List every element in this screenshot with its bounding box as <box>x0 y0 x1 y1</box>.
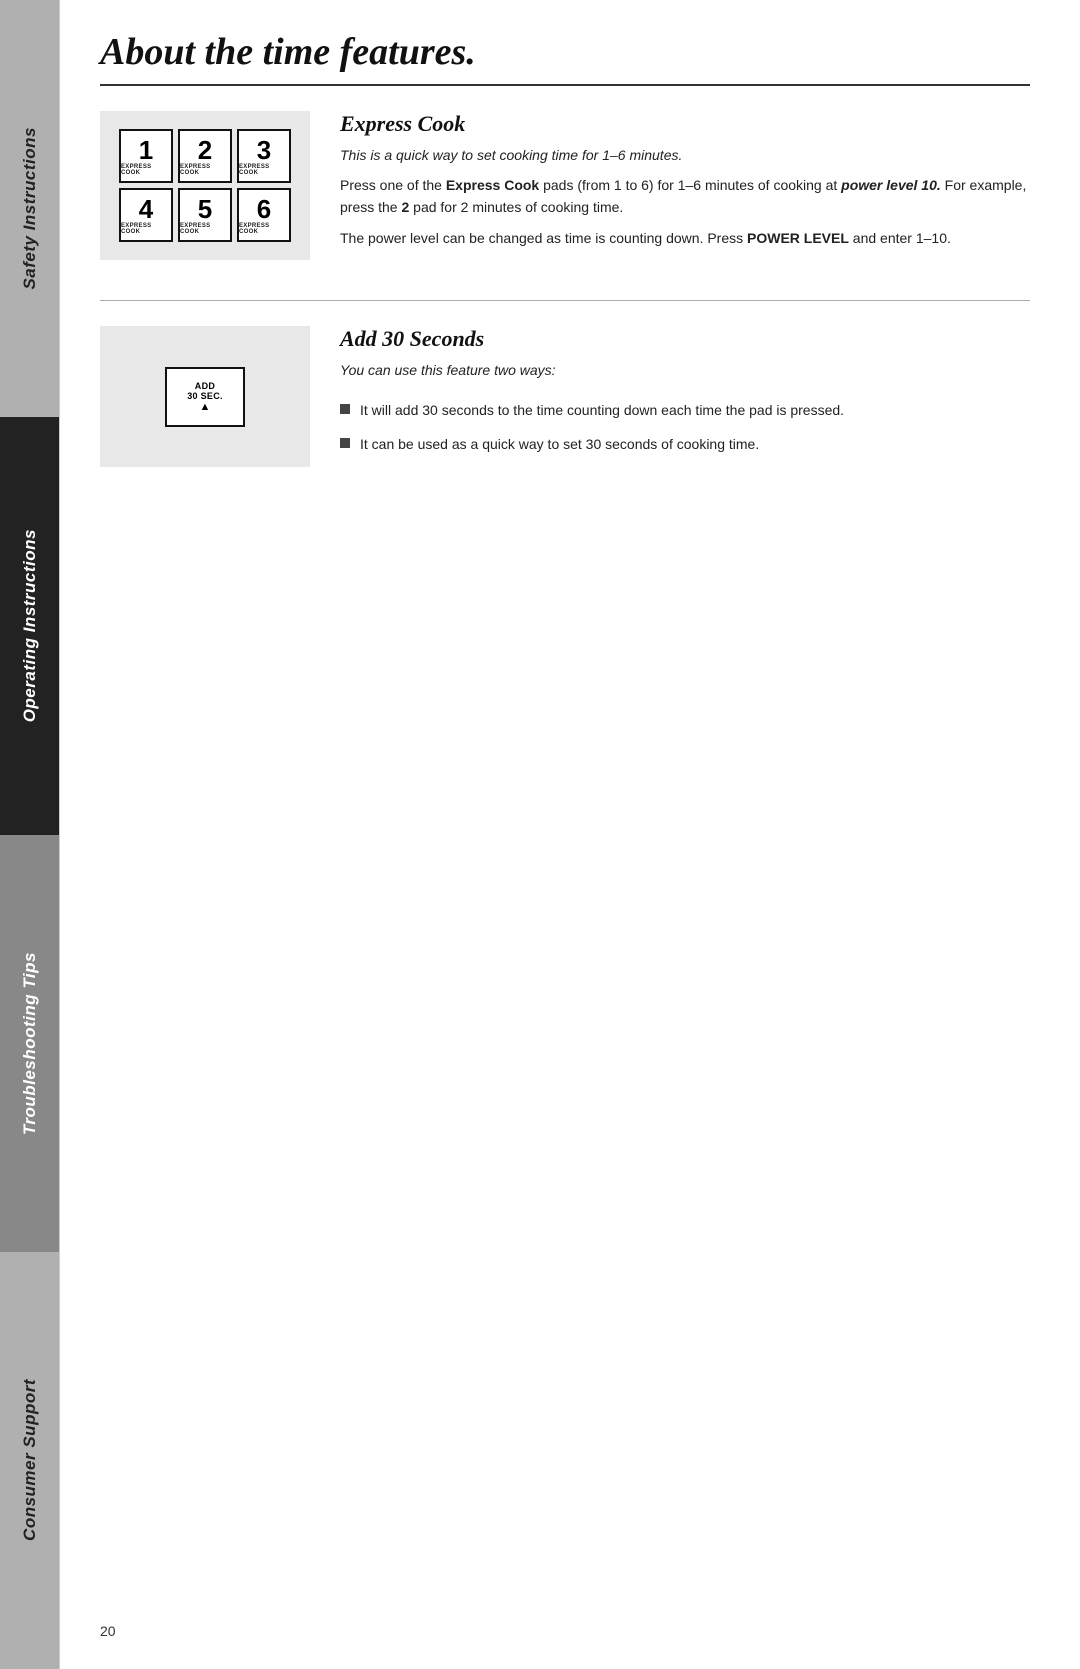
keypad-btn-1[interactable]: 1 EXPRESS COOK <box>119 129 173 183</box>
keypad-label-5: EXPRESS COOK <box>180 223 230 235</box>
sidebar-label-safety: Safety Instructions <box>20 127 40 290</box>
express-cook-image: 1 EXPRESS COOK 2 EXPRESS COOK 3 EXPRESS … <box>100 111 310 260</box>
keypad-grid: 1 EXPRESS COOK 2 EXPRESS COOK 3 EXPRESS … <box>119 129 291 242</box>
add30-heading: Add 30 Seconds <box>340 326 1030 352</box>
add30-image: ADD 30 SEC. ▲ <box>100 326 310 467</box>
add30-btn-add: ADD <box>195 381 215 391</box>
page-title: About the time features. <box>100 30 1030 74</box>
keypad-label-4: EXPRESS COOK <box>121 223 171 235</box>
add30-btn-sec: 30 SEC. <box>187 391 223 401</box>
sidebar-label-operating: Operating Instructions <box>20 529 40 722</box>
main-content: About the time features. 1 EXPRESS COOK … <box>60 0 1080 1669</box>
add30-bullet-1: It will add 30 seconds to the time count… <box>340 400 1030 422</box>
page-number: 20 <box>100 1603 1030 1639</box>
bullet-square-2 <box>340 438 350 448</box>
keypad-number-3: 3 <box>257 137 271 163</box>
sidebar-label-consumer: Consumer Support <box>20 1379 40 1541</box>
bullet-square-1 <box>340 404 350 414</box>
keypad-label-2: EXPRESS COOK <box>180 164 230 176</box>
sidebar-section-operating: Operating Instructions <box>0 417 59 834</box>
keypad-number-1: 1 <box>139 137 153 163</box>
add30-bullet-2: It can be used as a quick way to set 30 … <box>340 434 1030 456</box>
sidebar-section-troubleshooting: Troubleshooting Tips <box>0 835 59 1252</box>
add30-bullet-1-text: It will add 30 seconds to the time count… <box>360 400 844 422</box>
sidebar-section-safety: Safety Instructions <box>0 0 59 417</box>
keypad-btn-3[interactable]: 3 EXPRESS COOK <box>237 129 291 183</box>
express-cook-body2: The power level can be changed as time i… <box>340 228 1030 250</box>
express-cook-bold1: Express Cook <box>446 177 539 193</box>
add30-text: Add 30 Seconds You can use this feature … <box>340 326 1030 467</box>
keypad-label-3: EXPRESS COOK <box>239 164 289 176</box>
keypad-label-6: EXPRESS COOK <box>239 223 289 235</box>
express-cook-bold-italic: power level 10. <box>841 177 941 193</box>
add30-arrow-icon: ▲ <box>200 401 211 413</box>
title-divider <box>100 84 1030 86</box>
keypad-btn-5[interactable]: 5 EXPRESS COOK <box>178 188 232 242</box>
express-cook-heading: Express Cook <box>340 111 1030 137</box>
keypad-number-5: 5 <box>198 196 212 222</box>
sidebar-section-consumer: Consumer Support <box>0 1252 59 1669</box>
keypad-number-6: 6 <box>257 196 271 222</box>
keypad-btn-6[interactable]: 6 EXPRESS COOK <box>237 188 291 242</box>
add30-section: ADD 30 SEC. ▲ Add 30 Seconds You can use… <box>100 326 1030 467</box>
sidebar: Safety Instructions Operating Instructio… <box>0 0 60 1669</box>
express-cook-text: Express Cook This is a quick way to set … <box>340 111 1030 260</box>
keypad-btn-4[interactable]: 4 EXPRESS COOK <box>119 188 173 242</box>
sidebar-label-troubleshooting: Troubleshooting Tips <box>20 952 40 1135</box>
add30-bullet-list: It will add 30 seconds to the time count… <box>340 400 1030 467</box>
keypad-number-2: 2 <box>198 137 212 163</box>
add30-button[interactable]: ADD 30 SEC. ▲ <box>165 367 245 427</box>
keypad-btn-2[interactable]: 2 EXPRESS COOK <box>178 129 232 183</box>
add30-subtitle-em: You can use this feature two ways: <box>340 362 556 378</box>
express-cook-section: 1 EXPRESS COOK 2 EXPRESS COOK 3 EXPRESS … <box>100 111 1030 260</box>
section-divider <box>100 300 1030 301</box>
keypad-label-1: EXPRESS COOK <box>121 164 171 176</box>
keypad-number-4: 4 <box>139 196 153 222</box>
add30-subtitle: You can use this feature two ways: <box>340 362 1030 378</box>
express-cook-power-level: POWER LEVEL <box>747 230 849 246</box>
express-cook-body1: Press one of the Express Cook pads (from… <box>340 175 1030 218</box>
express-cook-subtitle-em: This is a quick way to set cooking time … <box>340 147 682 163</box>
add30-bullet-2-text: It can be used as a quick way to set 30 … <box>360 434 759 456</box>
express-cook-bold2: 2 <box>401 199 409 215</box>
express-cook-subtitle: This is a quick way to set cooking time … <box>340 147 1030 163</box>
